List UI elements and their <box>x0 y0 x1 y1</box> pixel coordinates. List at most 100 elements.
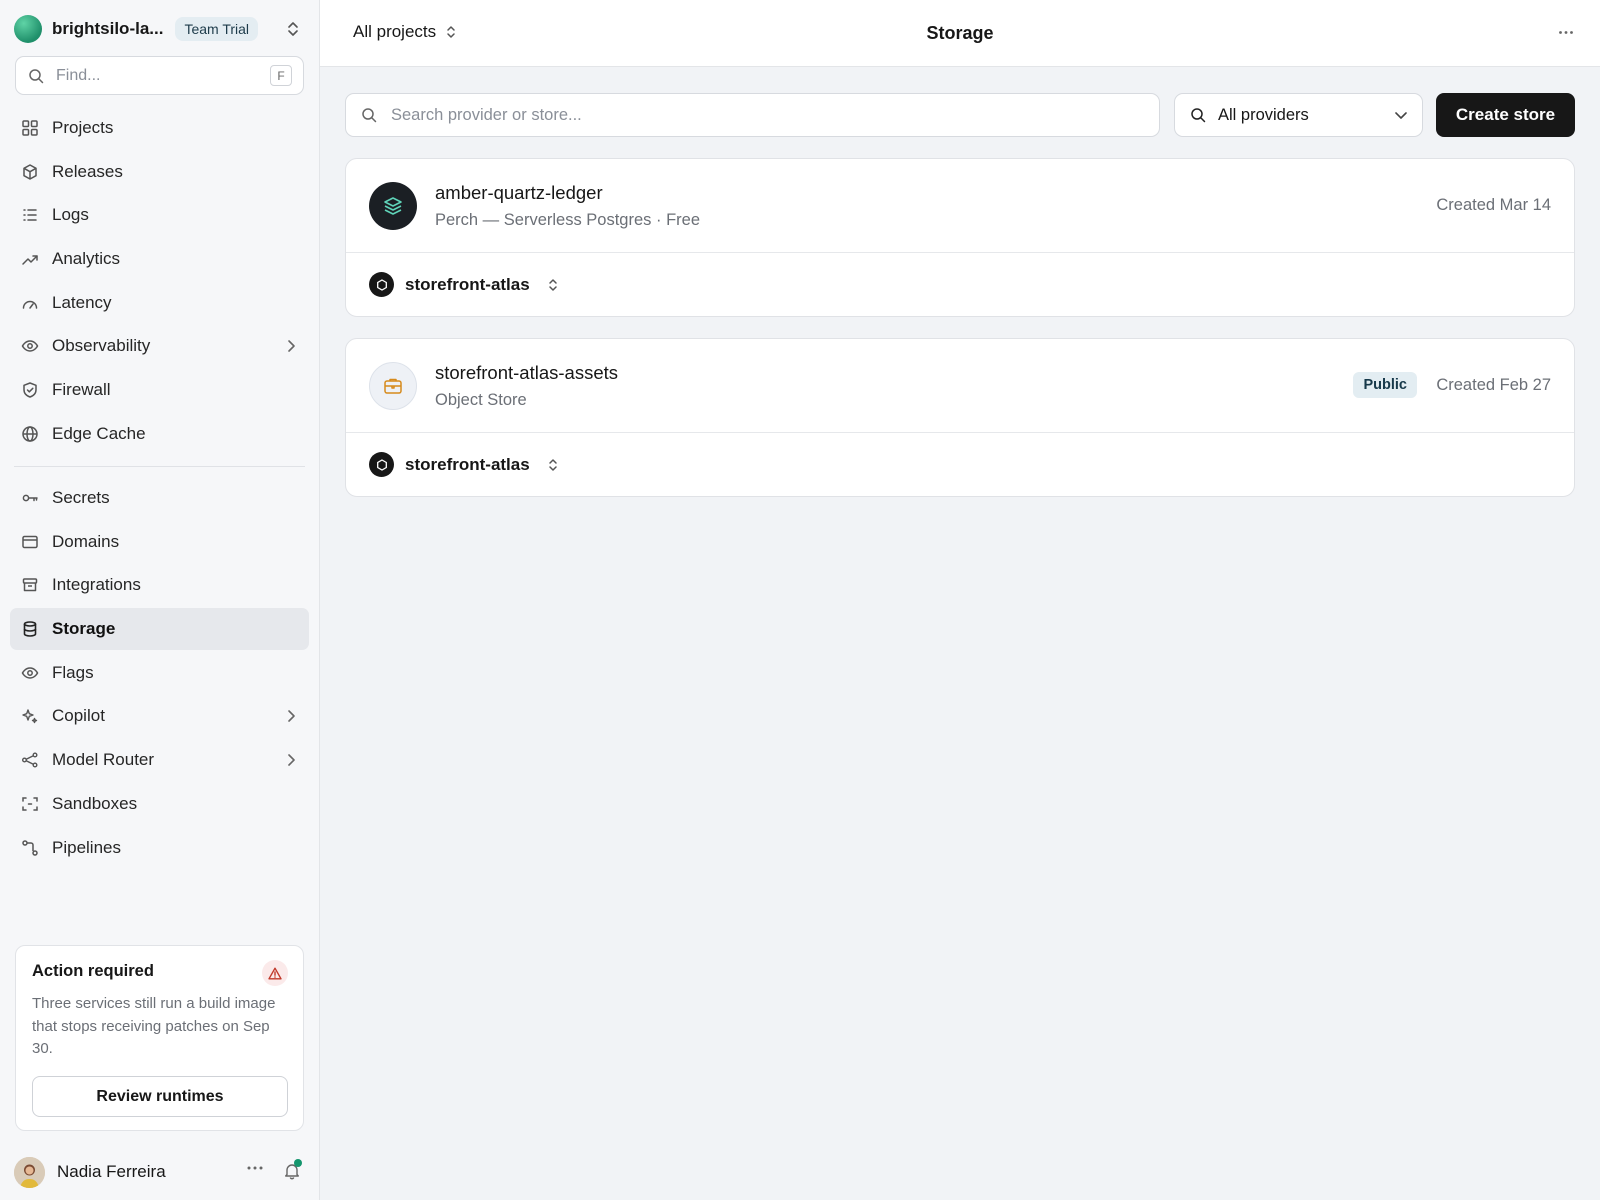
provider-filter-select[interactable]: All providers <box>1174 93 1423 137</box>
network-icon <box>21 751 39 769</box>
nav-divider <box>14 466 305 467</box>
warning-icon <box>262 960 288 986</box>
review-runtimes-button[interactable]: Review runtimes <box>32 1076 288 1117</box>
chevron-down-icon <box>1394 110 1408 120</box>
store-name[interactable]: storefront-atlas-assets <box>435 362 618 384</box>
alert-body: Three services still run a build image t… <box>32 995 276 1057</box>
list-icon <box>21 206 39 224</box>
object-store-icon <box>369 362 417 410</box>
nav-item-sandboxes[interactable]: Sandboxes <box>10 783 309 825</box>
nav-label: Projects <box>52 118 114 137</box>
search-icon <box>1190 107 1206 123</box>
team-logo <box>14 15 42 43</box>
store-subtitle: Object Store <box>435 391 527 409</box>
store-search-input[interactable]: Search provider or store... <box>345 93 1160 137</box>
action-required-card: Action required Three services still run… <box>15 945 304 1131</box>
team-name: brightsilo-la... <box>52 19 164 38</box>
nav-item-flags[interactable]: Flags <box>10 652 309 694</box>
plan-badge: Team Trial <box>175 17 259 41</box>
provider-filter-value: All providers <box>1218 105 1309 124</box>
chevron-right-icon <box>286 339 296 353</box>
chevron-up-down-icon[interactable] <box>548 277 558 293</box>
project-name: storefront-atlas <box>405 274 530 294</box>
globe-icon <box>21 425 39 443</box>
store-card-header[interactable]: storefront-atlas-assets Object Store Pub… <box>346 339 1574 433</box>
nav-label: Logs <box>52 205 89 225</box>
nav-label: Copilot <box>52 706 105 726</box>
store-project-row[interactable]: storefront-atlas <box>346 253 1574 316</box>
alert-title: Action required <box>32 962 154 980</box>
store-created-date: Created Mar 14 <box>1436 196 1551 214</box>
shield-icon <box>21 381 39 399</box>
nav-label: Edge Cache <box>52 423 146 443</box>
chevron-up-down-icon[interactable] <box>286 20 300 38</box>
public-badge: Public <box>1353 372 1417 398</box>
store-subtitle: Perch — Serverless Postgres · Free <box>435 211 700 229</box>
top-bar: All projects Storage <box>320 0 1600 67</box>
nav-label: Firewall <box>52 380 111 400</box>
secondary-nav: Secrets Domains Integrations Storage Fla… <box>10 477 309 870</box>
nav-label: Storage <box>52 619 116 639</box>
nav-item-storage[interactable]: Storage <box>10 608 309 651</box>
avatar <box>14 1156 45 1188</box>
sidebar: brightsilo-la... Team Trial Find... F Pr… <box>0 0 320 1200</box>
find-placeholder: Find... <box>56 66 101 84</box>
user-name: Nadia Ferreira <box>57 1162 166 1181</box>
notification-dot <box>294 1159 302 1167</box>
shortcut-key: F <box>270 65 292 86</box>
nav-label: Secrets <box>52 488 110 507</box>
store-card[interactable]: storefront-atlas-assets Object Store Pub… <box>345 338 1575 497</box>
nav-item-domains[interactable]: Domains <box>10 521 309 563</box>
box-icon <box>21 576 39 594</box>
nav-item-logs[interactable]: Logs <box>10 194 309 236</box>
postgres-layers-icon <box>369 182 417 230</box>
frame-icon <box>21 795 39 813</box>
primary-nav: Projects Releases Logs Analytics Latency… <box>10 107 309 457</box>
nav-label: Domains <box>52 531 120 551</box>
nav-item-projects[interactable]: Projects <box>10 107 309 149</box>
store-created-date: Created Feb 27 <box>1436 376 1551 394</box>
nav-label: Latency <box>52 292 112 312</box>
chevron-up-down-icon[interactable] <box>548 457 558 473</box>
search-placeholder: Search provider or store... <box>391 105 582 124</box>
nav-label: Model Router <box>52 750 155 770</box>
team-switcher[interactable]: brightsilo-la... Team Trial <box>14 14 306 44</box>
gauge-icon <box>21 294 39 312</box>
nav-item-edge-cache[interactable]: Edge Cache <box>10 413 309 455</box>
nav-item-analytics[interactable]: Analytics <box>10 238 309 280</box>
nav-item-secrets[interactable]: Secrets <box>10 477 309 519</box>
nav-item-pipelines[interactable]: Pipelines <box>10 827 309 869</box>
eye-icon <box>21 664 39 682</box>
store-project-row[interactable]: storefront-atlas <box>346 433 1574 496</box>
window-icon <box>21 533 39 551</box>
create-store-button[interactable]: Create store <box>1436 93 1575 137</box>
nav-label: Releases <box>52 161 123 181</box>
nav-item-releases[interactable]: Releases <box>10 151 309 193</box>
store-card-header[interactable]: amber-quartz-ledger Perch — Serverless P… <box>346 159 1574 253</box>
nav-item-copilot[interactable]: Copilot <box>10 695 309 737</box>
database-icon <box>21 620 39 638</box>
nav-item-observability[interactable]: Observability <box>10 325 309 367</box>
nav-label: Sandboxes <box>52 793 138 813</box>
nav-label: Flags <box>52 662 94 682</box>
grid-icon <box>21 119 39 137</box>
store-name[interactable]: amber-quartz-ledger <box>435 182 603 204</box>
store-card[interactable]: amber-quartz-ledger Perch — Serverless P… <box>345 158 1575 317</box>
eye-icon <box>21 337 39 355</box>
nav-item-model-router[interactable]: Model Router <box>10 739 309 781</box>
search-icon <box>361 107 377 123</box>
nav-item-latency[interactable]: Latency <box>10 282 309 324</box>
more-horizontal-icon[interactable] <box>246 1165 264 1171</box>
trend-icon <box>21 250 39 268</box>
user-menu[interactable]: Nadia Ferreira <box>14 1156 306 1188</box>
more-horizontal-icon[interactable] <box>1558 30 1574 35</box>
sparkle-icon <box>21 707 39 725</box>
nav-item-integrations[interactable]: Integrations <box>10 564 309 606</box>
key-icon <box>21 489 39 507</box>
project-hexagon-icon <box>369 452 394 477</box>
find-input[interactable]: Find... F <box>15 56 304 95</box>
search-icon <box>28 68 44 84</box>
nav-item-firewall[interactable]: Firewall <box>10 369 309 411</box>
cube-icon <box>21 163 39 181</box>
pipeline-icon <box>21 839 39 857</box>
